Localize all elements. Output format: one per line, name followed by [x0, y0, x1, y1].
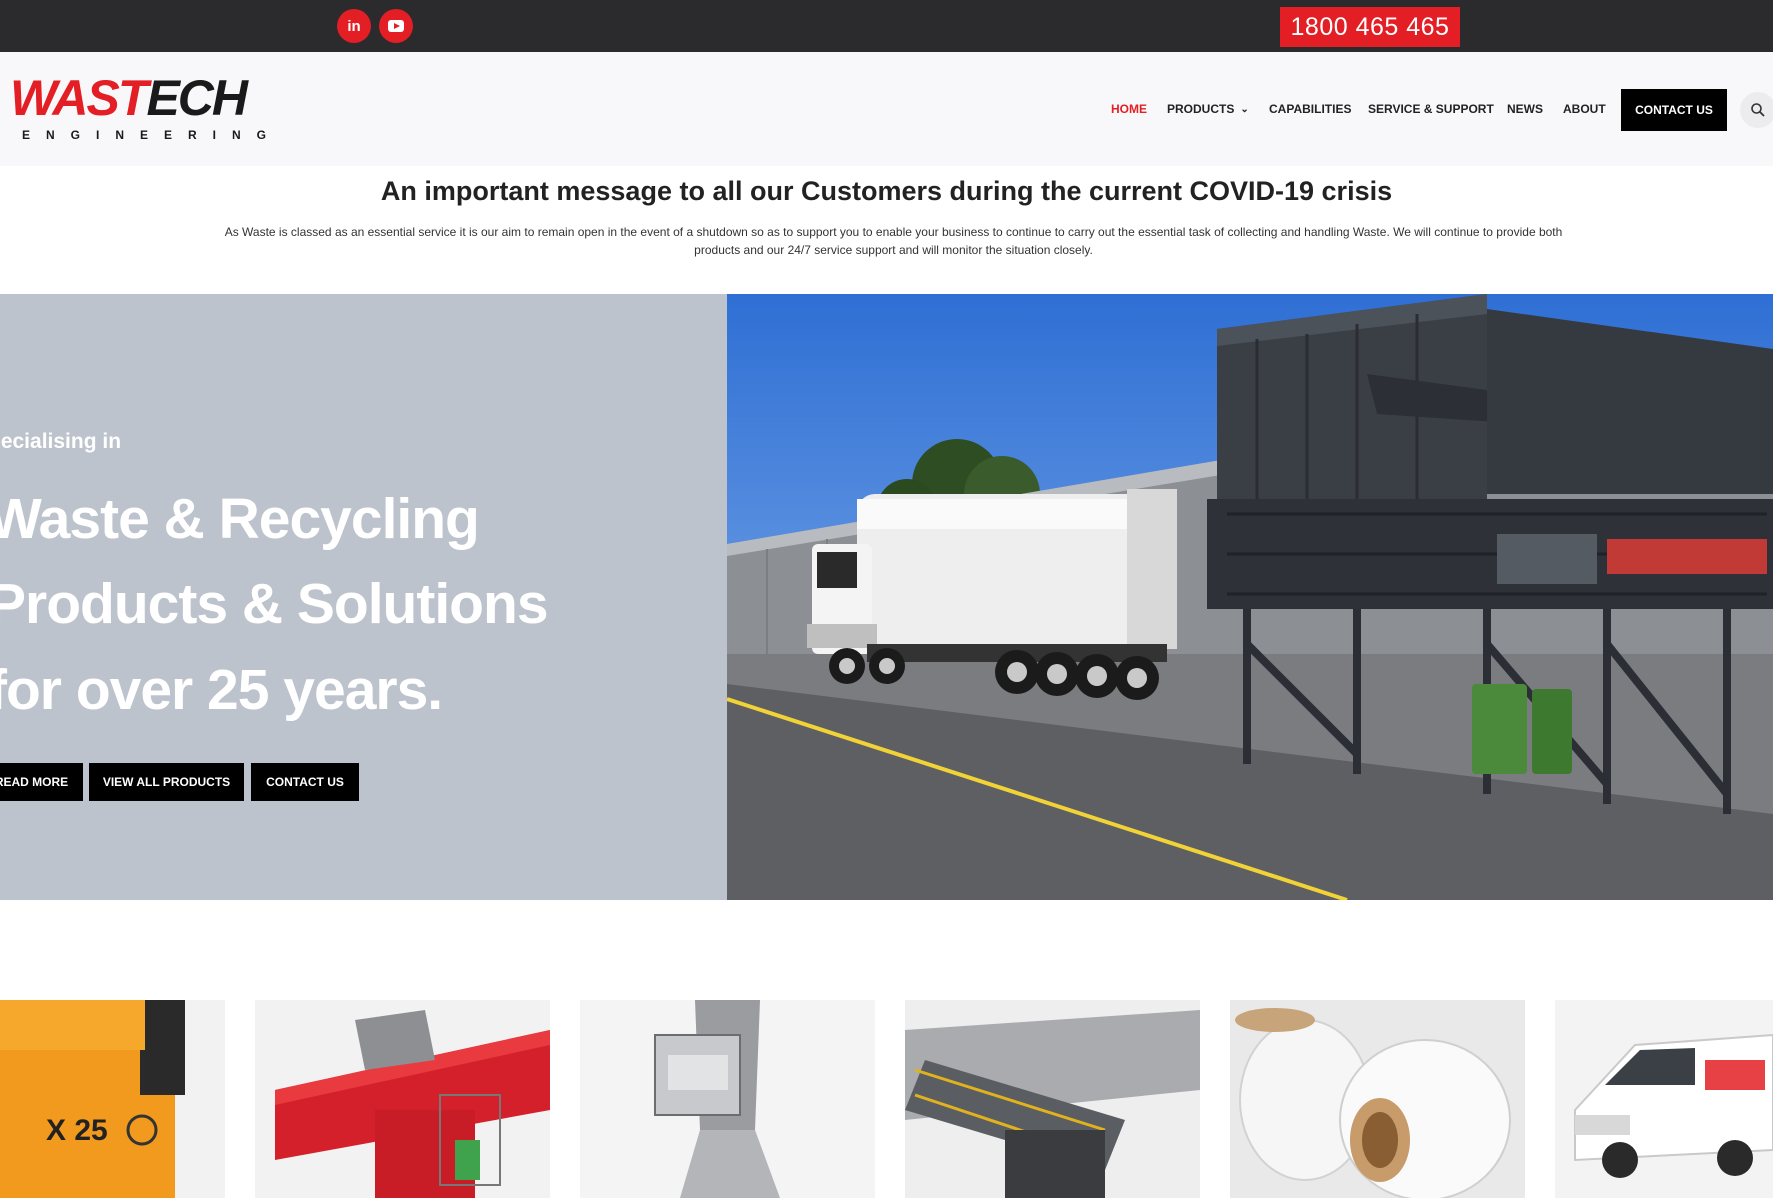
hero-heading-line-2: Products & Solutions: [0, 572, 549, 636]
logo[interactable]: WASTECH ENGINEERING: [10, 70, 266, 144]
linkedin-icon[interactable]: in: [337, 9, 371, 43]
notice-body: As Waste is classed as an essential serv…: [224, 225, 1563, 257]
view-all-products-button[interactable]: VIEW ALL PRODUCTS: [89, 763, 244, 801]
logo-subtitle: ENGINEERING: [22, 128, 283, 142]
conveyor-icon: [905, 1000, 1200, 1198]
strapping-roll-icon: [1230, 1000, 1525, 1198]
hero-text-panel: pecialising in Waste & Recycling Product…: [0, 294, 727, 900]
nav-item-capabilities[interactable]: CAPABILITIES: [1269, 96, 1351, 122]
search-button[interactable]: [1740, 92, 1773, 128]
hero-heading-line-3: for over 25 years.: [0, 658, 443, 722]
truck-and-machinery-photo: [727, 294, 1773, 900]
baler-model-label: X 25: [46, 1114, 108, 1147]
product-tile-compactor[interactable]: [255, 1000, 550, 1198]
chute-icon: [580, 1000, 875, 1198]
search-icon: [1751, 103, 1765, 117]
nav-item-news[interactable]: NEWS: [1507, 96, 1543, 122]
read-more-button[interactable]: READ MORE: [0, 763, 83, 801]
product-tile-strapping[interactable]: [1230, 1000, 1525, 1198]
play-icon: [388, 20, 404, 32]
top-bar: in 1800 465 465: [0, 0, 1773, 52]
product-tile-baler[interactable]: X 25: [0, 1000, 225, 1198]
nav-item-about[interactable]: ABOUT: [1563, 96, 1606, 122]
chevron-down-icon: ⌄: [1240, 103, 1249, 115]
notice-title: An important message to all our Customer…: [380, 176, 1393, 206]
hero-contact-us-button[interactable]: CONTACT US: [251, 763, 359, 801]
compactor-icon: [255, 1000, 550, 1198]
contact-us-button[interactable]: CONTACT US: [1621, 89, 1727, 131]
nav-item-home[interactable]: HOME: [1111, 96, 1147, 122]
product-tile-conveyor[interactable]: [905, 1000, 1200, 1198]
logo-wordmark: WASTECH: [10, 70, 248, 126]
hero-eyebrow: pecialising in: [0, 430, 122, 453]
baler-icon: X 25: [0, 1000, 225, 1198]
product-tile-chute[interactable]: [580, 1000, 875, 1198]
hero-image: [727, 294, 1773, 900]
phone-number-button[interactable]: 1800 465 465: [1280, 7, 1460, 47]
product-tile-service-van[interactable]: [1555, 1000, 1773, 1198]
nav-item-products[interactable]: PRODUCTS ⌄: [1167, 96, 1249, 122]
service-van-icon: [1555, 1000, 1773, 1198]
hero-heading-line-1: Waste & Recycling: [0, 487, 480, 551]
youtube-icon[interactable]: [379, 9, 413, 43]
nav-item-service-support[interactable]: SERVICE & SUPPORT: [1368, 96, 1494, 122]
